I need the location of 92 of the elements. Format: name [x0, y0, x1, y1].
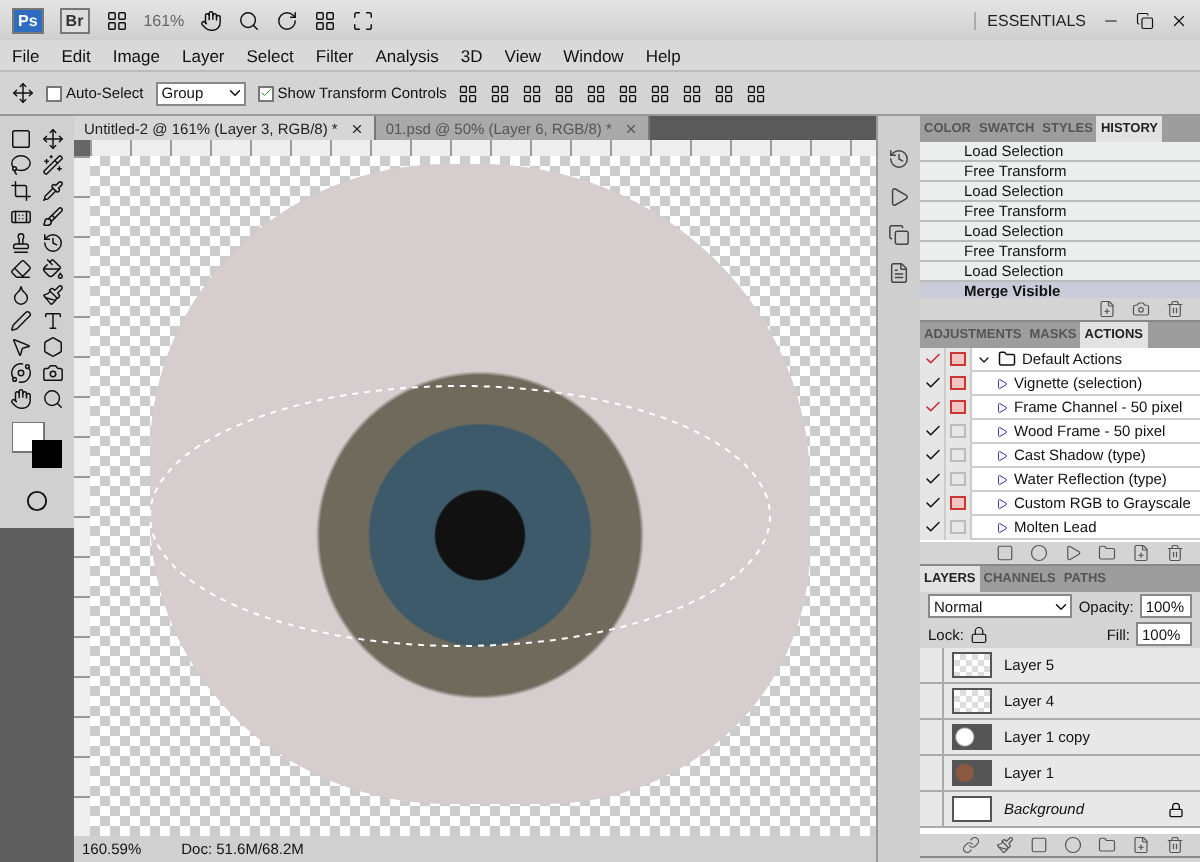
app-logo[interactable]: Ps — [12, 7, 44, 33]
canvas[interactable] — [90, 156, 876, 836]
menu-item[interactable]: View — [504, 45, 542, 65]
close-icon[interactable] — [349, 121, 364, 135]
check-icon[interactable] — [923, 470, 941, 488]
paint-bucket-icon[interactable] — [42, 258, 65, 280]
hand-icon[interactable] — [200, 9, 223, 31]
color-swatches-icon[interactable] — [11, 422, 63, 470]
checkbox[interactable] — [46, 85, 62, 101]
menu-item[interactable]: Image — [112, 45, 160, 65]
trash-icon[interactable] — [1166, 836, 1184, 854]
workspace-switcher[interactable]: ESSENTIALS — [973, 11, 1086, 29]
bridge-button[interactable]: Br — [59, 7, 90, 33]
camera-icon[interactable] — [42, 362, 65, 384]
dialog-toggle[interactable] — [950, 400, 966, 414]
pen-icon[interactable] — [9, 310, 32, 332]
check-icon[interactable] — [923, 518, 941, 536]
dialog-toggle[interactable] — [950, 352, 966, 366]
dialog-toggle[interactable] — [950, 472, 966, 486]
trash-icon[interactable] — [1166, 544, 1184, 562]
link-icon[interactable] — [962, 836, 980, 854]
check-icon[interactable] — [923, 398, 941, 416]
crop-icon[interactable] — [9, 180, 32, 202]
close-icon[interactable] — [1170, 11, 1188, 29]
check-icon[interactable] — [923, 374, 941, 392]
history-icon[interactable] — [888, 148, 910, 170]
zoom-level[interactable]: 161% — [143, 11, 185, 29]
menu-item[interactable]: Window — [563, 45, 624, 65]
quick-mask-icon[interactable] — [26, 490, 48, 512]
lock-icon[interactable] — [969, 625, 988, 643]
layer-thumbnail — [952, 760, 992, 786]
record-icon[interactable] — [1030, 544, 1048, 562]
menu-item[interactable]: Analysis — [375, 45, 439, 65]
menu-item[interactable]: 3D — [460, 45, 483, 65]
layer-thumbnail — [952, 796, 992, 822]
rotate-3d-icon[interactable] — [9, 362, 32, 384]
checkbox[interactable] — [257, 85, 274, 101]
menu-item[interactable]: Filter — [315, 45, 354, 65]
magic-wand-icon[interactable] — [42, 154, 65, 176]
dialog-toggle[interactable] — [950, 448, 966, 462]
dialog-toggle[interactable] — [950, 424, 966, 438]
zoom-icon[interactable] — [238, 9, 261, 31]
rotate-view-icon[interactable] — [276, 9, 299, 31]
hand-icon[interactable] — [9, 388, 32, 410]
play-icon[interactable] — [1064, 544, 1082, 562]
dialog-toggle[interactable] — [950, 496, 966, 510]
restore-icon[interactable] — [1136, 11, 1154, 29]
brush-icon[interactable] — [42, 206, 65, 228]
arrange-documents-icon[interactable] — [314, 9, 337, 31]
zoom-icon[interactable] — [42, 388, 65, 410]
stamp-icon[interactable] — [9, 232, 32, 254]
bandage-icon[interactable] — [9, 206, 32, 228]
type-tool-icon[interactable] — [42, 310, 65, 332]
layer-thumbnail — [952, 688, 992, 714]
actions-icon[interactable] — [888, 186, 910, 208]
new-layer-icon[interactable] — [1132, 836, 1150, 854]
menu-item[interactable]: Layer — [181, 45, 225, 65]
folder-icon — [998, 350, 1016, 368]
history-brush-icon[interactable] — [42, 232, 65, 254]
shape-tool-icon[interactable] — [42, 336, 65, 358]
adjustment-icon[interactable] — [1064, 836, 1082, 854]
layer-thumbnail — [952, 652, 992, 678]
eraser-icon[interactable] — [9, 258, 32, 280]
trash-icon[interactable] — [1166, 300, 1184, 318]
menu-item[interactable]: Edit — [61, 45, 91, 65]
folder-icon[interactable] — [1098, 544, 1116, 562]
mask-icon[interactable] — [1030, 836, 1048, 854]
droplet-icon[interactable] — [9, 284, 32, 306]
move-tool-icon[interactable] — [42, 128, 65, 150]
check-icon[interactable] — [923, 422, 941, 440]
check-icon[interactable] — [923, 350, 941, 368]
dialog-toggle[interactable] — [950, 376, 966, 390]
layer-thumbnail — [952, 724, 992, 750]
stop-icon[interactable] — [996, 544, 1014, 562]
menu-item[interactable]: File — [12, 45, 40, 65]
menu-item[interactable]: Select — [246, 45, 294, 65]
lasso-icon[interactable] — [9, 154, 32, 176]
screen-mode-icon[interactable] — [352, 9, 375, 31]
eyedropper-icon[interactable] — [42, 180, 65, 202]
move-tool-icon[interactable] — [12, 82, 34, 104]
layers-icon[interactable] — [888, 224, 910, 246]
snapshot-icon[interactable] — [1132, 300, 1150, 318]
new-document-icon[interactable] — [1098, 300, 1116, 318]
folder-icon[interactable] — [1098, 836, 1116, 854]
check-icon[interactable] — [923, 446, 941, 464]
view-extras-icon[interactable] — [105, 9, 128, 31]
pointer-icon[interactable] — [9, 336, 32, 358]
new-action-icon[interactable] — [1132, 544, 1150, 562]
rectangle-marquee-icon[interactable] — [9, 128, 32, 150]
dialog-toggle[interactable] — [950, 520, 966, 534]
check-icon[interactable] — [923, 494, 941, 512]
menu-item[interactable]: Help — [645, 45, 681, 65]
